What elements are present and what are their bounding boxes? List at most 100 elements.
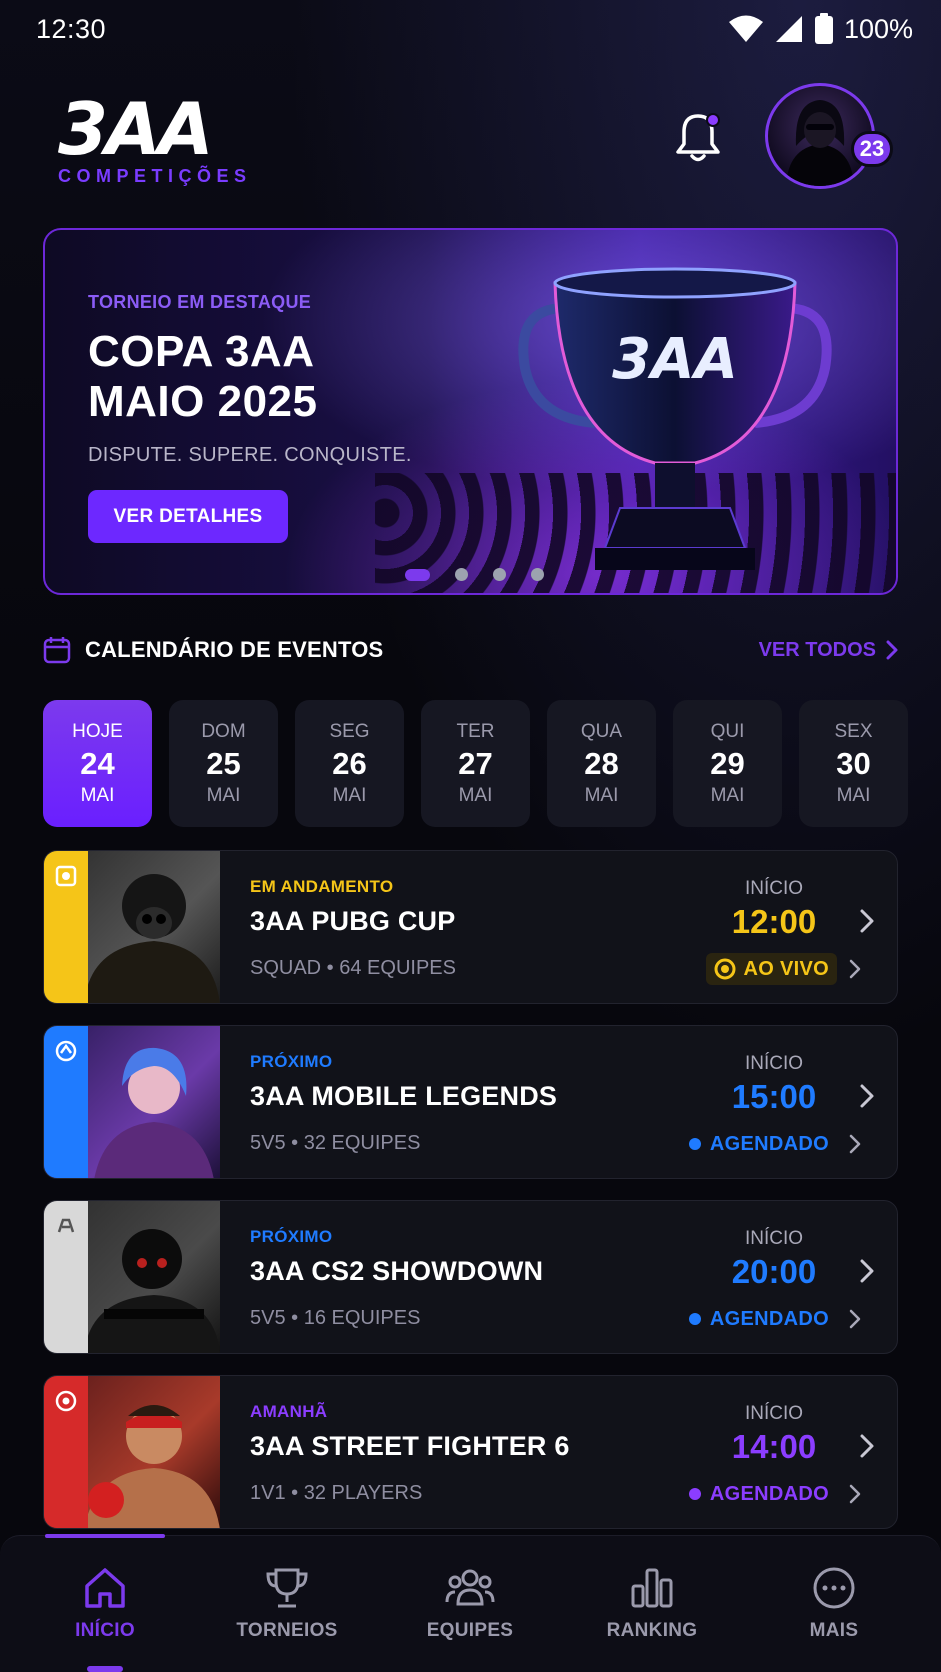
carousel-dots [405,568,544,581]
scheduled-badge-label: AGENDADO [709,1307,829,1330]
event-status: AMANHÃ [250,1402,328,1421]
event-meta: SQUAD • 64 EQUIPES [250,957,456,979]
chevron-right-icon [886,640,898,660]
nav-label: INÍCIO [75,1620,135,1641]
scheduled-badge: AGENDADO [680,1303,837,1335]
carousel-dot[interactable] [405,568,430,581]
day-date: 27 [458,745,493,781]
day-chip[interactable]: TER 27 MAI [421,700,530,827]
nav-label: TORNEIOS [236,1620,338,1641]
live-dot-icon [714,958,736,980]
day-date: 24 [80,745,115,781]
event-time: 14:00 [731,1428,817,1465]
nav-item-tournaments[interactable]: TORNEIOS [217,1566,357,1642]
start-label: INÍCIO [744,1403,804,1424]
carousel-dot[interactable] [455,568,468,581]
notification-dot [706,113,720,127]
day-chip[interactable]: QUA 28 MAI [547,700,656,827]
nav-item-teams[interactable]: EQUIPES [400,1566,540,1642]
start-label: INÍCIO [744,1228,804,1249]
cs2-icon [57,1218,75,1233]
day-month: MAI [458,784,493,806]
day-chip[interactable]: QUI 29 MAI [673,700,782,827]
game-badge-strip [44,851,88,1003]
event-status: PRÓXIMO [250,1227,333,1246]
bar-chart-icon [631,1568,673,1608]
calendar-title: CALENDÁRIO DE EVENTOS [85,637,384,662]
day-name: SEX [834,720,873,742]
day-selector: HOJE 24 MAI DOM 25 MAI SEG 26 MAI TER 27… [43,700,908,827]
event-name: 3AA PUBG CUP [250,906,456,936]
scheduled-badge: AGENDADO [680,1128,837,1160]
status-time: 12:30 [36,13,107,44]
active-tab-marker [87,1666,123,1672]
mobile-legends-icon [55,1040,77,1062]
day-chip[interactable]: SEG 26 MAI [295,700,404,827]
chevron-right-icon [860,1259,874,1283]
nav-item-home[interactable]: INÍCIO [35,1566,175,1642]
banner-tagline: DISPUTE. SUPERE. CONQUISTE. [88,444,412,466]
signal-icon [775,16,802,42]
day-chip-today[interactable]: HOJE 24 MAI [43,700,152,827]
nav-item-more[interactable]: MAIS [764,1566,904,1642]
event-name: 3AA CS2 SHOWDOWN [250,1256,544,1286]
day-chip[interactable]: SEX 30 MAI [799,700,908,827]
day-month: MAI [584,784,619,806]
scheduled-badge-label: AGENDADO [709,1132,829,1155]
event-name: 3AA STREET FIGHTER 6 [250,1431,570,1461]
day-month: MAI [836,784,871,806]
carousel-dot[interactable] [493,568,506,581]
see-all-label: VER TODOS [758,638,876,661]
see-all-link[interactable]: VER TODOS [759,639,898,662]
bottom-navigation: INÍCIO TORNEIOS EQUIPES RANKING MAIS [0,1534,941,1672]
day-month: MAI [80,784,115,806]
day-name: QUI [710,720,745,742]
battery-level: 100% [843,13,913,44]
carousel-dot[interactable] [531,568,544,581]
logo-mark: 3AA [58,87,214,171]
day-chip[interactable]: DOM 25 MAI [169,700,278,827]
nav-item-ranking[interactable]: RANKING [582,1566,722,1642]
event-meta: 5V5 • 16 EQUIPES [250,1307,421,1329]
level-badge: 23 [851,131,893,167]
day-month: MAI [332,784,367,806]
day-month: MAI [710,784,745,806]
day-date: 28 [584,745,619,781]
home-icon [85,1568,125,1608]
live-badge: AO VIVO [705,953,837,985]
status-dot-icon [688,1138,701,1150]
pubg-icon [55,865,77,887]
chevron-right-small-icon [849,1134,861,1154]
event-meta: 5V5 • 32 EQUIPES [250,1132,421,1154]
calendar-header: CALENDÁRIO DE EVENTOS VER TODOS [43,636,898,664]
featured-tournament-banner[interactable]: 3AA TORNEIO EM DESTAQUE COPA 3AA MAIO 20… [43,228,898,595]
trophy-icon [266,1568,308,1608]
event-meta: 1V1 • 32 PLAYERS [250,1482,423,1504]
view-details-button[interactable]: VER DETALHES [88,490,288,543]
app-logo: 3AA COMPETIÇÕES [58,87,252,187]
event-time: 15:00 [731,1078,817,1115]
day-name: DOM [201,720,246,742]
event-card[interactable]: EM ANDAMENTO 3AA PUBG CUP SQUAD • 64 EQU… [43,850,898,1004]
battery-icon [814,13,833,44]
day-month: MAI [206,784,241,806]
banner-title: COPA 3AA MAIO 2025 [88,327,318,426]
day-date: 26 [332,745,367,781]
event-card[interactable]: AMANHÃ 3AA STREET FIGHTER 6 1V1 • 32 PLA… [43,1375,898,1529]
event-card[interactable]: PRÓXIMO 3AA CS2 SHOWDOWN 5V5 • 16 EQUIPE… [43,1200,898,1354]
wifi-icon [728,15,763,42]
day-name: QUA [580,720,623,742]
chevron-right-small-icon [849,1309,861,1329]
scheduled-badge-label: AGENDADO [709,1482,829,1505]
event-time: 20:00 [731,1253,817,1290]
day-date: 30 [836,745,871,781]
game-badge-strip [44,1026,88,1178]
event-time: 12:00 [731,903,817,940]
event-name: 3AA MOBILE LEGENDS [250,1081,558,1111]
notifications-button[interactable] [672,110,724,166]
chevron-right-icon [860,1434,874,1458]
day-date: 29 [710,745,745,781]
event-card[interactable]: PRÓXIMO 3AA MOBILE LEGENDS 5V5 • 32 EQUI… [43,1025,898,1179]
chevron-right-small-icon [849,1484,861,1504]
day-name: SEG [329,720,370,742]
